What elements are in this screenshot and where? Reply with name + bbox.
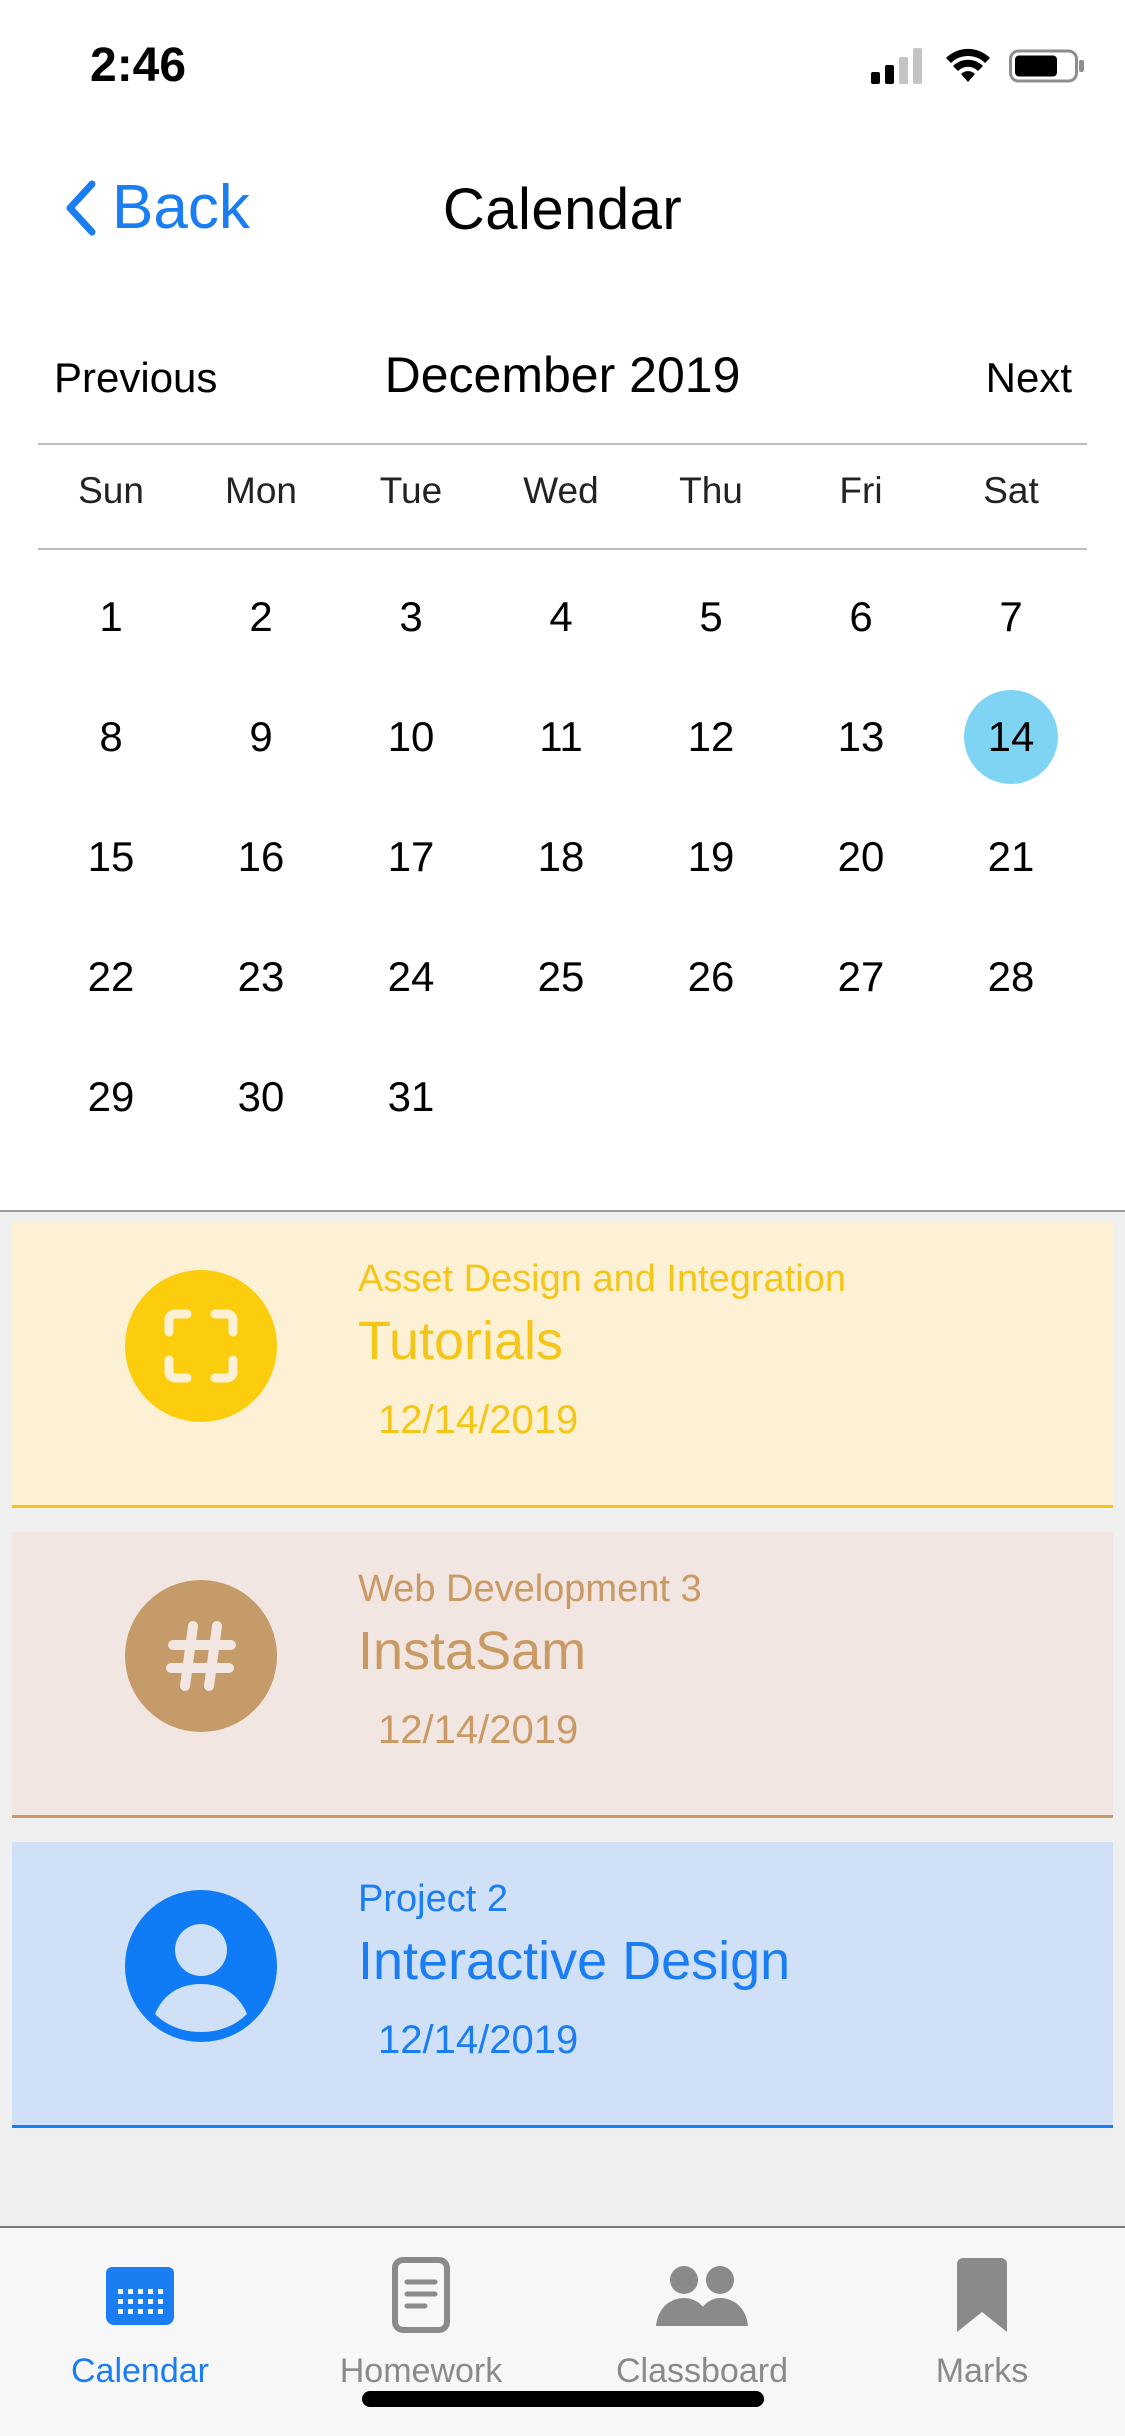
calendar-day[interactable]: 5: [664, 570, 758, 664]
event-date: 12/14/2019: [378, 2018, 579, 2062]
tab-marks[interactable]: Marks: [842, 2228, 1122, 2398]
weekday-fri: Fri: [839, 470, 883, 511]
status-time: 2:46: [90, 39, 187, 92]
event-course: Project 2: [358, 1878, 508, 1920]
tab-calendar[interactable]: Calendar: [0, 2228, 280, 2398]
weekday-header: Sun Mon Tue Wed Thu Fri Sat: [0, 470, 1125, 530]
calendar-day[interactable]: 7: [964, 570, 1058, 664]
event-course: Web Development 3: [358, 1568, 702, 1610]
scan-icon: [125, 1270, 277, 1422]
calendar-icon: [0, 2250, 280, 2340]
weekday-wed: Wed: [523, 470, 599, 511]
tab-label: Homework: [339, 2352, 503, 2390]
calendar-day[interactable]: 6: [814, 570, 908, 664]
calendar-day[interactable]: 19: [664, 810, 758, 904]
calendar-day[interactable]: 8: [64, 690, 158, 784]
calendar-day-selected[interactable]: 14: [964, 690, 1058, 784]
weekday-mon: Mon: [225, 470, 297, 511]
event-card[interactable]: Asset Design and Integration Tutorials 12/…: [12, 1222, 1113, 1508]
calendar-day[interactable]: 20: [814, 810, 908, 904]
bookmark-icon: [842, 2250, 1122, 2340]
hashtag-icon: [125, 1580, 277, 1732]
calendar-day[interactable]: 10: [364, 690, 458, 784]
calendar-day[interactable]: 21: [964, 810, 1058, 904]
page-title: Calendar: [442, 177, 683, 242]
battery-icon: [1009, 49, 1084, 83]
tab-homework[interactable]: Homework: [281, 2228, 561, 2398]
event-title: Interactive Design: [358, 1931, 791, 1991]
status-icons: [871, 48, 1085, 84]
calendar-day[interactable]: 28: [964, 930, 1058, 1024]
tab-label: Marks: [935, 2352, 1029, 2390]
calendar-day[interactable]: 3: [364, 570, 458, 664]
calendar-day[interactable]: 22: [64, 930, 158, 1024]
event-date: 12/14/2019: [378, 1398, 579, 1442]
event-title: Tutorials: [358, 1311, 564, 1371]
weekday-tue: Tue: [379, 470, 443, 511]
event-title: InstaSam: [358, 1621, 587, 1681]
calendar-day[interactable]: 30: [214, 1050, 308, 1144]
calendar-day[interactable]: 24: [364, 930, 458, 1024]
calendar-day[interactable]: 15: [64, 810, 158, 904]
month-selector: Previous December 2019 Next: [0, 340, 1125, 410]
calendar-day[interactable]: 16: [214, 810, 308, 904]
event-card[interactable]: Web Development 3 InstaSam 12/14/2019: [12, 1532, 1113, 1818]
calendar-day[interactable]: 29: [64, 1050, 158, 1144]
event-list: Asset Design and Integration Tutorials 12/…: [0, 1210, 1125, 2226]
tab-label: Classboard: [616, 2352, 788, 2390]
status-bar: 2:46: [0, 0, 1125, 140]
calendar-day[interactable]: 12: [664, 690, 758, 784]
weekday-sun: Sun: [78, 470, 144, 511]
calendar-day[interactable]: 26: [664, 930, 758, 1024]
nav-bar: Back Calendar: [0, 150, 1125, 270]
calendar-day[interactable]: 9: [214, 690, 308, 784]
divider: [38, 443, 1087, 445]
event-date: 12/14/2019: [378, 1708, 579, 1752]
calendar-day[interactable]: 2: [214, 570, 308, 664]
next-month-button[interactable]: Next: [986, 354, 1072, 402]
calendar-day[interactable]: 4: [514, 570, 608, 664]
tab-classboard[interactable]: Classboard: [562, 2228, 842, 2398]
divider: [38, 548, 1087, 550]
calendar-day[interactable]: 17: [364, 810, 458, 904]
calendar-day[interactable]: 18: [514, 810, 608, 904]
calendar-day[interactable]: 27: [814, 930, 908, 1024]
wifi-icon: [946, 48, 990, 82]
event-card[interactable]: Project 2 Interactive Design 12/14/2019: [12, 1842, 1113, 2128]
calendar-day[interactable]: 23: [214, 930, 308, 1024]
weekday-thu: Thu: [679, 470, 743, 511]
month-label: December 2019: [384, 347, 741, 403]
tab-label: Calendar: [71, 2352, 209, 2390]
home-indicator: [362, 2391, 764, 2407]
people-icon: [562, 2250, 842, 2340]
cellular-signal-icon: [871, 48, 922, 84]
calendar-grid: 1 2 3 4 5 6 7 8 9 10 11 12 13 14 15 16 17 18 19 20 21 22 23 24 2…: [0, 570, 1125, 1190]
document-icon: [281, 2250, 561, 2340]
calendar-day[interactable]: 31: [364, 1050, 458, 1144]
weekday-sat: Sat: [983, 470, 1039, 511]
event-course: Asset Design and Integration: [358, 1258, 846, 1300]
person-icon: [125, 1890, 277, 2042]
calendar-day[interactable]: 11: [514, 690, 608, 784]
calendar-day[interactable]: 25: [514, 930, 608, 1024]
calendar-day[interactable]: 1: [64, 570, 158, 664]
calendar-day[interactable]: 13: [814, 690, 908, 784]
